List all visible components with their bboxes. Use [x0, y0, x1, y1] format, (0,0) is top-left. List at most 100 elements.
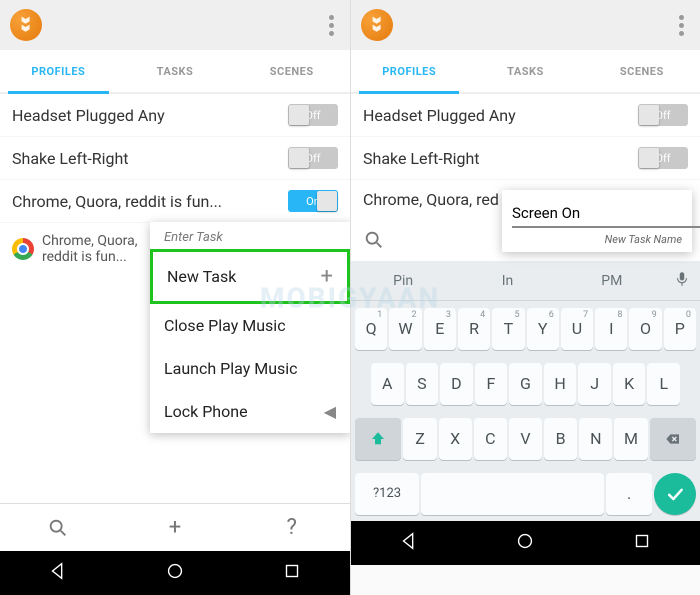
tasker-logo-icon	[361, 9, 393, 41]
key[interactable]: T5	[492, 308, 524, 350]
key[interactable]: C	[474, 418, 507, 460]
toggle[interactable]: Off	[638, 147, 688, 169]
tab-profiles[interactable]: PROFILES	[0, 50, 117, 92]
prediction-bar: Pin In PM	[351, 261, 700, 301]
nav-recent-icon[interactable]	[631, 530, 653, 556]
tab-scenes[interactable]: SCENES	[584, 50, 700, 92]
tabs: PROFILES TASKS SCENES	[351, 50, 700, 94]
left-pane: PROFILES TASKS SCENES Headset Plugged An…	[0, 0, 350, 595]
list-item[interactable]: Chrome, Quora, reddit is fun... On	[0, 180, 350, 223]
key-row: Q1W2E3R4T5Y6U7I8O9P0	[351, 301, 700, 356]
key[interactable]: Y6	[527, 308, 559, 350]
key[interactable]: P0	[664, 308, 696, 350]
key[interactable]: E3	[424, 308, 456, 350]
key[interactable]: F	[475, 363, 508, 405]
overflow-icon[interactable]	[323, 9, 340, 42]
action-bar	[0, 0, 350, 50]
menu-item-close-play-music[interactable]: Close Play Music	[150, 304, 350, 347]
profile-label: Headset Plugged Any	[12, 106, 165, 125]
mic-icon[interactable]	[664, 270, 700, 292]
enter-task-menu: Enter Task New Task + Close Play Music L…	[150, 222, 350, 433]
chrome-icon	[12, 238, 34, 260]
key[interactable]: G	[509, 363, 542, 405]
new-task-name-popup: New Task Name	[502, 190, 692, 252]
menu-item-new-task[interactable]: New Task +	[150, 249, 350, 304]
nav-back-icon[interactable]	[47, 560, 69, 586]
key[interactable]: H	[544, 363, 577, 405]
key[interactable]: K	[613, 363, 646, 405]
key[interactable]: D	[440, 363, 473, 405]
nav-home-icon[interactable]	[164, 560, 186, 586]
menu-item-lock-phone[interactable]: Lock Phone ◀	[150, 390, 350, 433]
backspace-key[interactable]	[650, 418, 696, 460]
profile-label: Chrome, Quora, red	[363, 190, 499, 209]
nav-recent-icon[interactable]	[281, 560, 303, 586]
key[interactable]: S	[406, 363, 439, 405]
android-navbar	[351, 521, 700, 565]
search-button[interactable]	[0, 504, 117, 551]
list-item[interactable]: Headset Plugged Any Off	[0, 94, 350, 137]
toggle[interactable]: Off	[638, 104, 688, 126]
overflow-icon[interactable]	[673, 9, 690, 42]
key[interactable]: A	[371, 363, 404, 405]
nav-back-icon[interactable]	[398, 530, 420, 556]
period-key[interactable]: .	[606, 473, 652, 515]
key[interactable]: U7	[561, 308, 593, 350]
key[interactable]: R4	[458, 308, 490, 350]
key-row: ZXCVBNM	[351, 411, 700, 466]
key[interactable]: W2	[389, 308, 421, 350]
bottom-toolbar: + ?	[0, 503, 350, 551]
key[interactable]: O9	[629, 308, 661, 350]
menu-item-launch-play-music[interactable]: Launch Play Music	[150, 347, 350, 390]
key[interactable]: M	[614, 418, 647, 460]
key[interactable]: B	[544, 418, 577, 460]
tabs: PROFILES TASKS SCENES	[0, 50, 350, 94]
shift-key[interactable]	[355, 418, 401, 460]
key[interactable]: X	[439, 418, 472, 460]
prediction[interactable]: Pin	[351, 273, 455, 289]
key[interactable]: I8	[595, 308, 627, 350]
help-button[interactable]: ?	[233, 504, 350, 551]
soft-keyboard: Pin In PM Q1W2E3R4T5Y6U7I8O9P0 ASDFGHJKL…	[351, 261, 700, 521]
key[interactable]: J	[578, 363, 611, 405]
tab-tasks[interactable]: TASKS	[117, 50, 234, 92]
toggle[interactable]: On	[288, 190, 338, 212]
right-pane: PROFILES TASKS SCENES Headset Plugged An…	[350, 0, 700, 595]
chevron-left-icon: ◀	[324, 402, 336, 421]
key[interactable]: Z	[403, 418, 436, 460]
space-key[interactable]	[421, 473, 604, 515]
android-navbar	[0, 551, 350, 595]
key[interactable]: Q1	[355, 308, 387, 350]
menu-item-label: Lock Phone	[164, 402, 248, 421]
key[interactable]: L	[647, 363, 680, 405]
profile-label: Shake Left-Right	[12, 149, 129, 168]
key[interactable]: V	[509, 418, 542, 460]
symbols-key[interactable]: ?123	[355, 473, 419, 515]
enter-key[interactable]	[654, 473, 696, 515]
menu-item-label: Launch Play Music	[164, 359, 298, 378]
action-bar	[351, 0, 700, 50]
field-hint: New Task Name	[512, 233, 682, 246]
tab-profiles[interactable]: PROFILES	[351, 50, 467, 92]
plus-icon: +	[321, 264, 333, 289]
list-item[interactable]: Shake Left-Right Off	[0, 137, 350, 180]
menu-item-label: New Task	[167, 267, 236, 286]
task-name-input[interactable]	[512, 200, 700, 228]
key-row: ?123 .	[351, 466, 700, 521]
list-item[interactable]: Shake Left-Right Off	[351, 137, 700, 180]
prediction[interactable]: PM	[560, 273, 664, 289]
menu-header: Enter Task	[150, 222, 350, 249]
profile-label: Chrome, Quora, reddit is fun...	[12, 192, 222, 211]
tab-scenes[interactable]: SCENES	[233, 50, 350, 92]
menu-item-label: Close Play Music	[164, 316, 286, 335]
key[interactable]: N	[579, 418, 612, 460]
add-button[interactable]: +	[117, 504, 234, 551]
search-icon[interactable]	[363, 229, 385, 251]
nav-home-icon[interactable]	[514, 530, 536, 556]
toggle[interactable]: Off	[288, 147, 338, 169]
profile-label: Shake Left-Right	[363, 149, 480, 168]
list-item[interactable]: Headset Plugged Any Off	[351, 94, 700, 137]
prediction[interactable]: In	[455, 273, 559, 289]
tab-tasks[interactable]: TASKS	[467, 50, 583, 92]
toggle[interactable]: Off	[288, 104, 338, 126]
